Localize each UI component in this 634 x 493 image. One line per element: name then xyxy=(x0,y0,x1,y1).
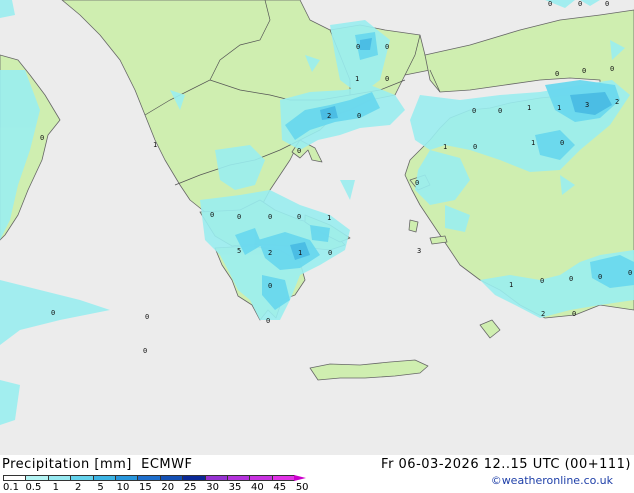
point-label: 2 xyxy=(541,310,545,318)
colorbar-tick: 50 xyxy=(295,482,309,493)
point-label: 0 xyxy=(540,277,544,285)
colorbar-cell xyxy=(47,475,72,481)
colorbar-cell xyxy=(137,475,161,481)
point-label: 1 xyxy=(443,143,447,151)
colorbar-tick: 0.1 xyxy=(3,482,19,493)
point-label: 0 xyxy=(40,134,44,142)
point-label: 0 xyxy=(266,317,270,325)
precipitation-map: 0 0 0 0 0 0 1 0 0 0 0 1 1 3 2 2 0 0 1 0 1 0 0 1 0 0 0 0 0 0 1 3 5 2 1 0 0 1 0 0… xyxy=(0,0,634,455)
point-label: 0 xyxy=(498,107,502,115)
point-label: 1 xyxy=(509,281,513,289)
point-label: 0 xyxy=(628,269,632,277)
colorbar-cell xyxy=(159,475,184,481)
colorbar-tick: 5 xyxy=(97,482,104,493)
colorbar-tick: 0.5 xyxy=(25,482,42,493)
colorbar-tick: 40 xyxy=(251,482,264,493)
point-label: 0 xyxy=(415,179,419,187)
point-label: 0 xyxy=(572,310,576,318)
colorbar-cell xyxy=(92,475,116,481)
point-label: 1 xyxy=(298,249,302,257)
point-label: 1 xyxy=(355,75,359,83)
point-label: 0 xyxy=(268,213,272,221)
point-label: 0 xyxy=(51,309,55,317)
colorbar-tick: 35 xyxy=(228,482,242,493)
map-title: Precipitation [mm] ECMWF xyxy=(2,457,193,472)
colorbar-tick: 2 xyxy=(75,482,82,493)
colorbar-tick: 1 xyxy=(52,482,59,493)
point-label: 1 xyxy=(527,104,531,112)
point-label: 0 xyxy=(297,147,301,155)
colorbar-tick: 20 xyxy=(161,482,175,493)
colorbar-tick: 30 xyxy=(206,482,219,493)
colorbar-cell xyxy=(3,475,27,481)
point-label: 1 xyxy=(557,104,561,112)
colorbar-tick: 45 xyxy=(273,482,287,493)
colorbar-cell xyxy=(249,475,273,481)
colorbar-tick: 25 xyxy=(183,482,197,493)
point-label: 0 xyxy=(385,43,389,51)
credit-link[interactable]: ©weatheronline.co.uk xyxy=(491,474,613,487)
point-label: 0 xyxy=(548,0,552,8)
point-label: 0 xyxy=(356,43,360,51)
point-label: 0 xyxy=(237,213,241,221)
point-label: 3 xyxy=(585,101,589,109)
point-label: 0 xyxy=(297,213,301,221)
colorbar-arrow xyxy=(294,475,307,481)
point-label: 0 xyxy=(610,65,614,73)
point-label: 0 xyxy=(560,139,564,147)
colorbar-cell xyxy=(70,475,94,481)
colorbar-cell xyxy=(25,475,49,481)
point-label: 0 xyxy=(473,143,477,151)
footer: Precipitation [mm] ECMWF Fr 06-03-2026 1… xyxy=(0,455,634,493)
point-label: 0 xyxy=(357,112,361,120)
point-label: 0 xyxy=(605,0,609,8)
land-chios xyxy=(408,219,419,233)
colorbar-tick: 10 xyxy=(116,482,130,493)
point-label: 5 xyxy=(237,247,241,255)
point-label: 2 xyxy=(615,98,619,106)
colorbar-cell xyxy=(182,475,206,481)
point-label: 0 xyxy=(582,67,586,75)
point-label: 0 xyxy=(472,107,476,115)
point-label: 0 xyxy=(555,70,559,78)
point-label: 0 xyxy=(210,211,214,219)
colorbar-cell xyxy=(204,475,228,481)
point-label: 3 xyxy=(417,247,421,255)
colorbar-cell xyxy=(227,475,251,481)
point-label: 0 xyxy=(145,313,149,321)
point-label: 0 xyxy=(268,282,272,290)
point-label: 2 xyxy=(327,112,331,120)
point-label: 0 xyxy=(598,273,602,281)
point-label: 2 xyxy=(268,249,272,257)
point-label: 1 xyxy=(153,141,157,149)
colorbar-tick: 15 xyxy=(139,482,152,493)
point-label: 1 xyxy=(327,214,331,222)
point-label: 0 xyxy=(328,249,332,257)
valid-time: Fr 06-03-2026 12..15 UTC (00+111) xyxy=(381,457,631,472)
colorbar-cell xyxy=(271,475,296,481)
point-label: 0 xyxy=(569,275,573,283)
point-label: 0 xyxy=(578,0,582,8)
point-label: 0 xyxy=(385,75,389,83)
colorbar-cell xyxy=(115,475,139,481)
point-label: 0 xyxy=(143,347,147,355)
point-label: 1 xyxy=(531,139,535,147)
